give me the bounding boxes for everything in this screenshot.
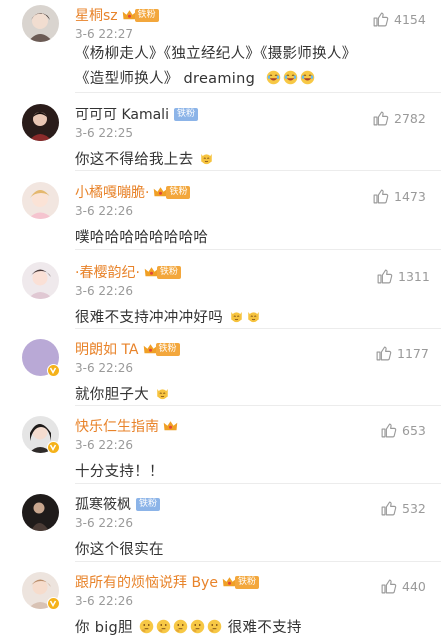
comment-text: 《杨柳走人》《独立经纪人》《摄影师换人》 《造型师换人》 dreaming (75, 46, 357, 87)
cat-face-emoji (229, 309, 244, 324)
timestamp: 3-6 22:26 (75, 204, 133, 218)
v-badge-icon (47, 364, 60, 377)
timestamp: 3-6 22:26 (75, 438, 133, 452)
username[interactable]: 快乐仁生指南 (75, 416, 159, 436)
like-count: 653 (402, 422, 426, 438)
fan-badge: 铁粉 (136, 497, 161, 511)
timestamp: 3-6 22:26 (75, 284, 133, 298)
thinking-face-emoji (190, 619, 205, 634)
crown-icon (163, 419, 178, 433)
comment-text: 你这不得给我上去 (75, 149, 375, 172)
divider (75, 561, 441, 562)
avatar[interactable] (22, 104, 59, 141)
like-button[interactable]: 2782 (372, 109, 426, 127)
divider (75, 483, 441, 484)
comment-text: 就你胆子大 (75, 384, 375, 407)
thumbs-up-icon (375, 345, 392, 362)
comment-item[interactable]: 跟所有的烦恼说拜 Bye 铁粉 3-6 22:26 你 big胆 很难不支持 4… (0, 572, 441, 640)
comment-text: 你这个很实在 (75, 542, 164, 558)
username[interactable]: 孤寒筱枫 (75, 494, 131, 514)
like-count: 532 (402, 500, 426, 516)
like-count: 4154 (394, 11, 426, 27)
v-badge-icon (47, 441, 60, 454)
thinking-face-emoji (207, 619, 222, 634)
thumbs-up-icon (372, 188, 389, 205)
timestamp: 3-6 22:27 (75, 27, 133, 41)
username[interactable]: 可可可 Kamali (75, 104, 169, 124)
fan-badge: 铁粉 (156, 265, 181, 279)
thumbs-up-icon (380, 500, 397, 517)
fan-badge: 铁粉 (134, 8, 159, 22)
comment-text: 你 big胆 很难不支持 (75, 619, 302, 636)
like-count: 1473 (394, 188, 426, 204)
like-button[interactable]: 653 (380, 421, 426, 439)
fan-badge: 铁粉 (166, 185, 191, 199)
comment-text: 噗哈哈哈哈哈哈哈哈 (75, 230, 209, 246)
username[interactable]: ·春樱韵纪· (75, 262, 140, 282)
timestamp: 3-6 22:26 (75, 516, 133, 530)
like-count: 2782 (394, 110, 426, 126)
like-button[interactable]: 1473 (372, 187, 426, 205)
comment-item[interactable]: 小橘嘎嘣脆· 铁粉 3-6 22:26 噗哈哈哈哈哈哈哈哈 1473 (0, 182, 441, 254)
thumbs-up-icon (376, 268, 393, 285)
cat-face-emoji (199, 151, 214, 166)
avatar[interactable] (22, 5, 59, 42)
thumbs-up-icon (372, 110, 389, 127)
avatar[interactable] (22, 262, 59, 299)
username[interactable]: 星桐sz (75, 5, 118, 25)
comment-item[interactable]: 星桐sz 铁粉 3-6 22:27 《杨柳走人》《独立经纪人》《摄影师换人》 《… (0, 5, 441, 99)
comment-item[interactable]: ·春樱韵纪· 铁粉 3-6 22:26 很难不支持冲冲冲好吗 1311 (0, 262, 441, 334)
divider (75, 328, 441, 329)
comment-item[interactable]: 快乐仁生指南 3-6 22:26 十分支持！！ 653 (0, 416, 441, 488)
comment-item[interactable]: 明朗如 TA 铁粉 3-6 22:26 就你胆子大 1177 (0, 339, 441, 411)
comment-text: 十分支持！！ (75, 464, 164, 480)
cat-face-emoji (246, 309, 261, 324)
username[interactable]: 明朗如 TA (75, 339, 139, 359)
fan-badge: 铁粉 (173, 107, 198, 121)
thinking-face-emoji (173, 619, 188, 634)
like-count: 440 (402, 578, 426, 594)
thinking-face-emoji (156, 619, 171, 634)
like-button[interactable]: 532 (380, 499, 426, 517)
timestamp: 3-6 22:26 (75, 361, 133, 375)
v-badge-icon (47, 597, 60, 610)
divider (75, 170, 441, 171)
comment-list: 星桐sz 铁粉 3-6 22:27 《杨柳走人》《独立经纪人》《摄影师换人》 《… (0, 0, 441, 640)
avatar[interactable] (22, 494, 59, 531)
timestamp: 3-6 22:26 (75, 594, 133, 608)
username[interactable]: 小橘嘎嘣脆· (75, 182, 149, 202)
laughing-face-emoji (300, 70, 315, 85)
divider (75, 249, 441, 250)
comment-item[interactable]: 孤寒筱枫 铁粉 3-6 22:26 你这个很实在 532 (0, 494, 441, 566)
fan-badge: 铁粉 (234, 575, 259, 589)
thumbs-up-icon (380, 578, 397, 595)
divider (75, 405, 441, 406)
laughing-face-emoji (266, 70, 281, 85)
avatar[interactable] (22, 182, 59, 219)
like-count: 1311 (398, 268, 430, 284)
timestamp: 3-6 22:25 (75, 126, 133, 140)
comment-text: 很难不支持冲冲冲好吗 (75, 307, 375, 330)
like-button[interactable]: 440 (380, 577, 426, 595)
like-button[interactable]: 1177 (375, 344, 429, 362)
laughing-face-emoji (283, 70, 298, 85)
like-button[interactable]: 4154 (372, 10, 426, 28)
like-button[interactable]: 1311 (376, 267, 430, 285)
fan-badge: 铁粉 (155, 342, 180, 356)
like-count: 1177 (397, 345, 429, 361)
cat-face-emoji (155, 386, 170, 401)
username[interactable]: 跟所有的烦恼说拜 Bye (75, 572, 218, 592)
thumbs-up-icon (380, 422, 397, 439)
divider (75, 92, 441, 93)
thinking-face-emoji (139, 619, 154, 634)
comment-item[interactable]: 可可可 Kamali 铁粉 3-6 22:25 你这不得给我上去 2782 (0, 104, 441, 176)
thumbs-up-icon (372, 11, 389, 28)
